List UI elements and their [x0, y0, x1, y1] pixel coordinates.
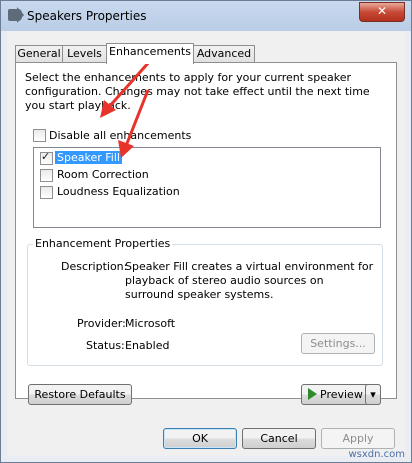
annotation-arrows [100, 51, 160, 158]
annotation-arrow-2 [118, 89, 150, 158]
tab-enhancements[interactable]: Enhancements [106, 43, 194, 64]
